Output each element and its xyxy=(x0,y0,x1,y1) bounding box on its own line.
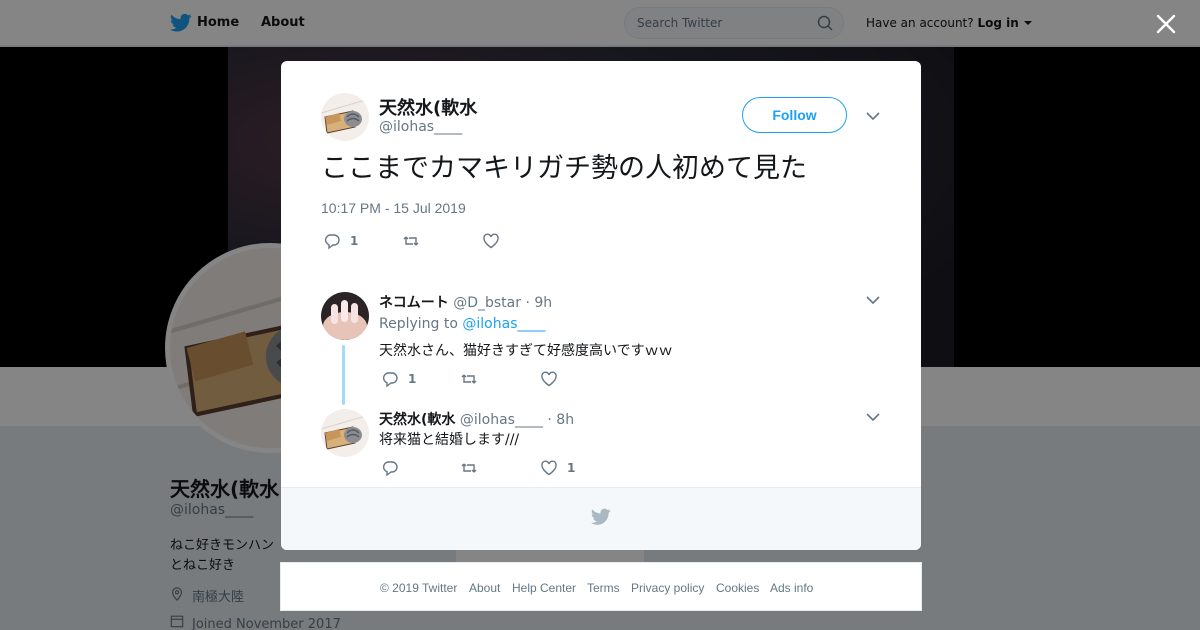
chevron-down-icon[interactable] xyxy=(866,111,880,121)
nails-photo-image xyxy=(321,292,369,340)
heart-icon xyxy=(483,233,499,249)
footer-about-link[interactable]: About xyxy=(469,581,500,595)
avatar[interactable] xyxy=(321,409,369,457)
reply-age[interactable]: · 8h xyxy=(547,412,574,428)
footer-copyright: © 2019 Twitter xyxy=(380,581,458,595)
reply-count: 1 xyxy=(408,372,417,386)
cat-in-box-image xyxy=(321,409,369,457)
replying-to: Replying to @ilohas____ xyxy=(379,316,545,332)
reply-action[interactable]: 1 xyxy=(323,232,358,250)
legal-footer: © 2019 Twitter About Help Center Terms P… xyxy=(280,562,922,611)
retweet-icon xyxy=(461,374,477,384)
tweet-author-name[interactable]: 天然水(軟水 xyxy=(379,94,477,120)
like-action[interactable] xyxy=(540,370,558,388)
reply-header: ネコムート @D_bstar · 9h xyxy=(379,292,552,312)
tweet-timestamp[interactable]: 10:17 PM - 15 Jul 2019 xyxy=(321,200,466,216)
retweet-icon xyxy=(461,463,477,473)
avatar[interactable] xyxy=(321,292,369,340)
twitter-bird-icon xyxy=(591,508,611,525)
reply-action[interactable] xyxy=(381,459,399,477)
reply-author-handle[interactable]: @ilohas____ xyxy=(460,412,543,428)
chevron-down-icon[interactable] xyxy=(866,412,880,422)
like-count: 1 xyxy=(567,461,576,475)
reply-author-handle[interactable]: @D_bstar xyxy=(453,295,521,311)
footer-privacy-link[interactable]: Privacy policy xyxy=(631,581,704,595)
reply-count: 1 xyxy=(350,234,359,248)
footer-terms-link[interactable]: Terms xyxy=(587,581,620,595)
tweet-modal: 天然水(軟水 @ilohas____ Follow ここまでカマキリガチ勢の人初… xyxy=(281,61,921,550)
reply-text: 天然水さん、猫好きすぎて好感度高いですｗｗ xyxy=(379,343,673,359)
reply-header: 天然水(軟水 @ilohas____ · 8h xyxy=(379,409,574,429)
tweet-author-handle[interactable]: @ilohas____ xyxy=(379,119,462,135)
retweet-action[interactable] xyxy=(460,370,478,388)
reply-icon xyxy=(324,234,340,250)
thread-line xyxy=(342,345,345,405)
modal-footer xyxy=(281,487,921,550)
reply-text: 将来猫と結婚します/// xyxy=(379,432,520,448)
replying-to-prefix: Replying to xyxy=(379,316,458,332)
reply-age[interactable]: · 9h xyxy=(525,295,552,311)
footer-help-link[interactable]: Help Center xyxy=(512,581,576,595)
footer-cookies-link[interactable]: Cookies xyxy=(716,581,759,595)
heart-icon xyxy=(541,371,557,387)
chevron-down-icon[interactable] xyxy=(866,295,880,305)
reply-author-name[interactable]: ネコムート xyxy=(379,295,449,311)
reply-icon xyxy=(382,372,398,388)
like-action[interactable]: 1 xyxy=(540,459,575,477)
tweet-text: ここまでカマキリガチ勢の人初めて見た xyxy=(321,153,807,184)
reply-icon xyxy=(382,461,398,477)
retweet-icon xyxy=(403,236,419,246)
reply-action[interactable]: 1 xyxy=(381,370,416,388)
heart-icon xyxy=(541,460,557,476)
retweet-action[interactable] xyxy=(460,459,478,477)
reply-author-name[interactable]: 天然水(軟水 xyxy=(379,412,455,428)
follow-button[interactable]: Follow xyxy=(742,97,847,133)
retweet-action[interactable] xyxy=(402,232,420,250)
replying-to-link[interactable]: @ilohas____ xyxy=(462,316,545,332)
close-icon[interactable] xyxy=(1155,13,1177,35)
footer-ads-link[interactable]: Ads info xyxy=(770,581,813,595)
like-action[interactable] xyxy=(482,232,500,250)
cat-in-box-image xyxy=(321,93,369,141)
avatar[interactable] xyxy=(321,93,369,141)
